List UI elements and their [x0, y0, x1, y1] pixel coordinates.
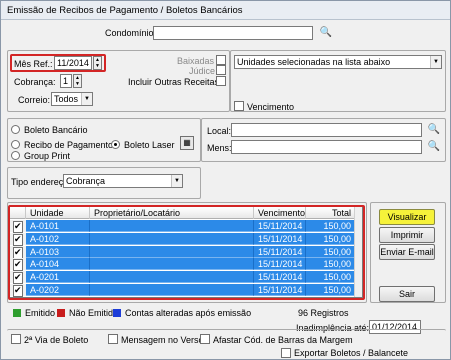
- tipo-endereco-label: Tipo endereço:: [11, 177, 71, 187]
- emitido-legend-label: Emitido: [25, 308, 56, 318]
- local-label: Local:: [207, 126, 232, 136]
- chevron-down-icon: ▼: [430, 56, 441, 68]
- mens-input[interactable]: [231, 140, 422, 154]
- cobranca-spinner[interactable]: ▲ ▼: [73, 74, 82, 88]
- title-bar: Emissão de Recibos de Pagamento / Boleto…: [1, 1, 450, 20]
- mens-label: Mens:: [207, 143, 232, 153]
- binoculars-icon[interactable]: 🔍: [317, 26, 335, 41]
- printer-settings-icon[interactable]: ▦: [180, 136, 194, 150]
- nao-emitido-legend-swatch: [57, 309, 65, 317]
- judice-checkbox[interactable]: [216, 65, 226, 75]
- enviar-email-button[interactable]: Enviar E-mail: [379, 244, 435, 260]
- unidades-value: Unidades selecionadas na lista abaixo: [237, 57, 391, 67]
- binoculars-icon[interactable]: 🔍: [425, 123, 443, 138]
- registros-count: 96 Registros: [298, 308, 349, 318]
- recibo-pagamento-label: Recibo de Pagamento: [24, 140, 114, 150]
- visualizar-button[interactable]: Visualizar: [379, 209, 435, 225]
- exportar-checkbox[interactable]: [281, 348, 291, 358]
- chevron-down-icon: ▼: [171, 175, 182, 187]
- incluir-receitas-label: Incluir Outras Receitas: [128, 77, 220, 87]
- segunda-via-checkbox[interactable]: [11, 334, 21, 344]
- binoculars-icon[interactable]: 🔍: [425, 140, 443, 155]
- afastar-cod-label: Afastar Cód. de Barras da Margem: [213, 335, 353, 345]
- imprimir-button[interactable]: Imprimir: [379, 227, 435, 243]
- segunda-via-label: 2ª Via de Boleto: [24, 335, 89, 345]
- mensagem-verso-checkbox[interactable]: [108, 334, 118, 344]
- chevron-down-icon: ▼: [81, 93, 92, 105]
- boleto-bancario-label: Boleto Bancário: [24, 125, 88, 135]
- mes-ref-spinner[interactable]: ▲ ▼: [93, 56, 102, 70]
- alteradas-legend-swatch: [113, 309, 121, 317]
- tipo-endereco-value: Cobrança: [66, 176, 106, 186]
- emitido-legend-swatch: [13, 309, 21, 317]
- group-print-radio[interactable]: [11, 151, 20, 160]
- incluir-receitas-checkbox[interactable]: [216, 76, 226, 86]
- baixadas-checkbox[interactable]: [216, 55, 226, 65]
- condominio-input[interactable]: [153, 26, 313, 40]
- sair-button[interactable]: Sair: [379, 286, 435, 302]
- vencimento-label: Vencimento: [247, 102, 295, 112]
- mes-ref-input[interactable]: 11/2014: [54, 56, 92, 70]
- exportar-label: Exportar Boletos / Balancete: [294, 348, 409, 358]
- boleto-bancario-radio[interactable]: [11, 125, 20, 134]
- unidades-select[interactable]: Unidades selecionadas na lista abaixo ▼: [234, 55, 442, 69]
- local-input[interactable]: [231, 123, 422, 137]
- correio-value: Todos: [54, 94, 79, 104]
- baixadas-label: Baixadas: [177, 56, 215, 66]
- correio-label: Correio:: [18, 95, 51, 105]
- mensagem-verso-label: Mensagem no Verso: [121, 335, 204, 345]
- boleto-laser-radio[interactable]: [111, 140, 120, 149]
- mes-ref-label: Mês Ref.:: [14, 59, 53, 69]
- vencimento-checkbox[interactable]: [234, 101, 244, 111]
- alteradas-legend-label: Contas alteradas após emissão: [125, 308, 252, 318]
- grid-highlight: [8, 205, 365, 300]
- main-window: Emissão de Recibos de Pagamento / Boleto…: [0, 0, 451, 360]
- tipo-endereco-select[interactable]: Cobrança ▼: [63, 174, 183, 188]
- recibo-pagamento-radio[interactable]: [11, 140, 20, 149]
- boleto-laser-label: Boleto Laser: [124, 140, 175, 150]
- window-title: Emissão de Recibos de Pagamento / Boleto…: [7, 5, 243, 16]
- correio-select[interactable]: Todos ▼: [51, 92, 93, 106]
- nao-emitido-legend-label: Não Emitido: [69, 308, 119, 318]
- cobranca-input[interactable]: 1: [60, 74, 72, 88]
- afastar-cod-checkbox[interactable]: [200, 334, 210, 344]
- condominio-label: Condomínio:: [105, 28, 157, 38]
- cobranca-label: Cobrança:: [14, 77, 56, 87]
- judice-label: Júdice: [189, 66, 216, 76]
- group-print-label: Group Print: [24, 151, 71, 161]
